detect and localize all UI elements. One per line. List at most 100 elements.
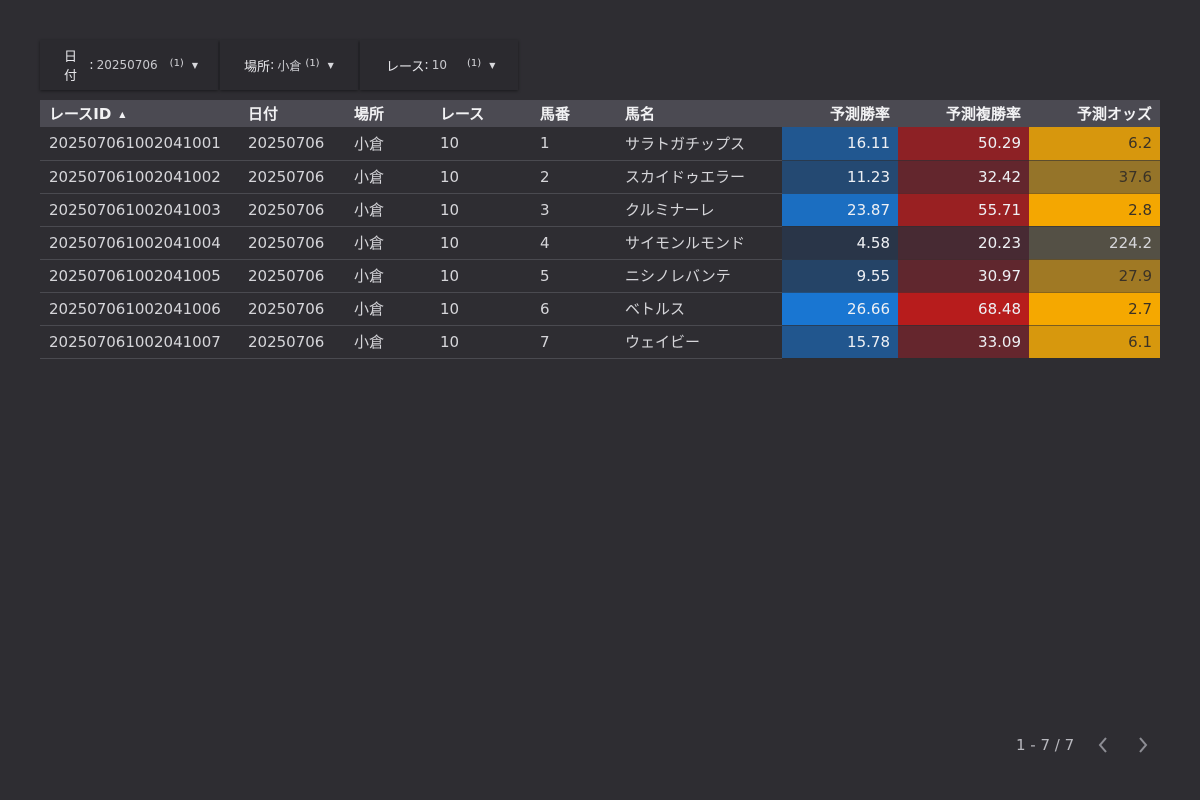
column-header-horse-number[interactable]: 馬番 [531,100,616,127]
cell-horse-name: ウェイビー [616,325,782,359]
cell-date: 20250706 [239,127,345,161]
sort-ascending-icon: ▲ [119,110,126,119]
cell-win-rate: 11.23 [782,160,898,194]
cell-place-rate: 50.29 [898,127,1029,161]
cell-place: 小倉 [345,193,431,227]
cell-race: 10 [431,160,531,194]
chevron-right-icon[interactable] [1132,734,1154,756]
cell-horse-number: 7 [531,325,616,359]
cell-place-rate: 32.42 [898,160,1029,194]
cell-horse-number: 2 [531,160,616,194]
caret-down-icon: ▼ [191,60,198,70]
filter-place[interactable]: 場所: 小倉 (1) ▼ [220,40,358,90]
filter-date-value: 20250706 [96,58,158,72]
cell-place: 小倉 [345,160,431,194]
cell-win-rate: 16.11 [782,127,898,161]
caret-down-icon: ▼ [489,60,496,70]
cell-place-rate: 55.71 [898,193,1029,227]
column-header-race-id[interactable]: レースID ▲ [40,100,239,127]
cell-win-rate: 9.55 [782,259,898,293]
cell-odds: 6.1 [1029,325,1160,359]
cell-date: 20250706 [239,226,345,260]
column-header-odds[interactable]: 予測オッズ [1029,100,1160,127]
cell-race-id: 202507061002041003 [40,193,239,227]
filter-race-label: レース [386,59,425,75]
caret-down-icon: ▼ [327,60,334,70]
cell-win-rate: 23.87 [782,193,898,227]
table-row: 202507061002041003 20250706 小倉 10 3 クルミナ… [40,193,1160,227]
filter-place-count: (1) [305,57,320,69]
cell-odds: 224.2 [1029,226,1160,260]
table-row: 202507061002041007 20250706 小倉 10 7 ウェイビ… [40,325,1160,359]
cell-race-id: 202507061002041006 [40,292,239,326]
cell-place: 小倉 [345,226,431,260]
pagination-range: 1 - 7 / 7 [1016,736,1075,754]
column-header-win-rate[interactable]: 予測勝率 [782,100,898,127]
cell-horse-name: クルミナーレ [616,193,782,227]
cell-place: 小倉 [345,292,431,326]
cell-horse-name: サイモンルモンド [616,226,782,260]
filter-place-label: 場所 [244,59,271,75]
cell-race: 10 [431,127,531,161]
cell-race-id: 202507061002041002 [40,160,239,194]
cell-race: 10 [431,226,531,260]
cell-odds: 2.8 [1029,193,1160,227]
pagination: 1 - 7 / 7 [1016,734,1154,756]
cell-place: 小倉 [345,325,431,359]
cell-horse-name: スカイドゥエラー [616,160,782,194]
column-header-place[interactable]: 場所 [345,100,431,127]
cell-place-rate: 33.09 [898,325,1029,359]
cell-date: 20250706 [239,259,345,293]
cell-odds: 37.6 [1029,160,1160,194]
filter-date[interactable]: 日付: 20250706 (1) ▼ [40,40,218,90]
cell-horse-number: 1 [531,127,616,161]
cell-horse-number: 3 [531,193,616,227]
cell-horse-number: 6 [531,292,616,326]
cell-race-id: 202507061002041004 [40,226,239,260]
filter-race[interactable]: レース: 10 (1) ▼ [360,40,518,90]
cell-horse-number: 5 [531,259,616,293]
cell-horse-name: ニシノレバンテ [616,259,782,293]
cell-horse-name: ベトルス [616,292,782,326]
chevron-left-icon[interactable] [1092,734,1114,756]
cell-race-id: 202507061002041007 [40,325,239,359]
cell-win-rate: 26.66 [782,292,898,326]
cell-date: 20250706 [239,292,345,326]
cell-date: 20250706 [239,325,345,359]
filter-bar: 日付: 20250706 (1) ▼ 場所: 小倉 (1) ▼ レース: 10 … [40,40,518,90]
column-header-place-rate[interactable]: 予測複勝率 [898,100,1029,127]
filter-date-count: (1) [169,57,184,69]
table-row: 202507061002041001 20250706 小倉 10 1 サラトガ… [40,127,1160,161]
column-header-race[interactable]: レース [431,100,531,127]
cell-odds: 27.9 [1029,259,1160,293]
table-row: 202507061002041006 20250706 小倉 10 6 ベトルス… [40,292,1160,326]
filter-race-value: 10 [431,58,448,72]
cell-place-rate: 30.97 [898,259,1029,293]
cell-place-rate: 68.48 [898,292,1029,326]
cell-win-rate: 15.78 [782,325,898,359]
filter-place-value: 小倉 [277,58,302,73]
cell-place-rate: 20.23 [898,226,1029,260]
table-row: 202507061002041005 20250706 小倉 10 5 ニシノレ… [40,259,1160,293]
filter-date-label: 日付 [64,50,78,84]
column-header-date[interactable]: 日付 [239,100,345,127]
cell-place: 小倉 [345,127,431,161]
table-row: 202507061002041004 20250706 小倉 10 4 サイモン… [40,226,1160,260]
filter-race-count: (1) [467,57,482,69]
prediction-table: レースID ▲ 日付 場所 レース 馬番 馬名 予測勝率 予測複勝率 予測オッズ … [40,100,1160,359]
cell-win-rate: 4.58 [782,226,898,260]
cell-race: 10 [431,193,531,227]
cell-odds: 2.7 [1029,292,1160,326]
table-header: レースID ▲ 日付 場所 レース 馬番 馬名 予測勝率 予測複勝率 予測オッズ [40,100,1160,127]
cell-race: 10 [431,292,531,326]
cell-horse-name: サラトガチップス [616,127,782,161]
cell-race-id: 202507061002041005 [40,259,239,293]
cell-race: 10 [431,259,531,293]
cell-race-id: 202507061002041001 [40,127,239,161]
cell-race: 10 [431,325,531,359]
cell-date: 20250706 [239,160,345,194]
column-header-horse-name[interactable]: 馬名 [616,100,782,127]
cell-place: 小倉 [345,259,431,293]
cell-odds: 6.2 [1029,127,1160,161]
cell-date: 20250706 [239,193,345,227]
